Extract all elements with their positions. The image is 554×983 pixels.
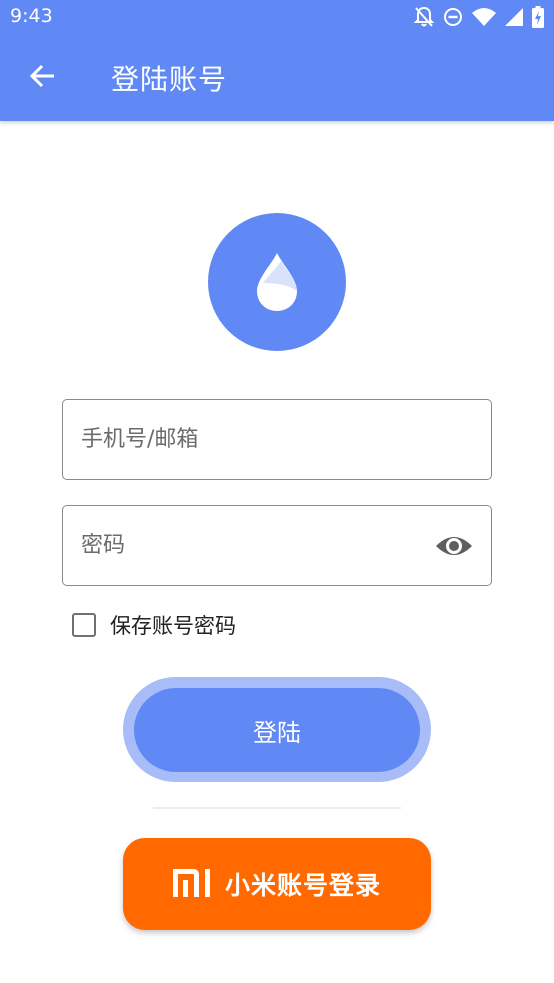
login-button[interactable]: 登陆 bbox=[134, 688, 420, 772]
account-input[interactable] bbox=[63, 400, 491, 479]
app-bar: 9:43 登陆账号 bbox=[0, 0, 554, 121]
remember-password-option[interactable]: 保存账号密码 bbox=[72, 611, 236, 639]
app-logo bbox=[208, 213, 346, 351]
mi-logo-icon bbox=[172, 868, 213, 900]
arrow-left-icon bbox=[28, 63, 56, 93]
mi-account-login-button[interactable]: 小米账号登录 bbox=[123, 838, 431, 930]
remember-checkbox[interactable] bbox=[72, 613, 96, 637]
wifi-icon bbox=[472, 7, 496, 27]
do-not-disturb-icon bbox=[443, 7, 463, 27]
page-title: 登陆账号 bbox=[111, 63, 228, 96]
password-input[interactable] bbox=[63, 506, 491, 585]
battery-charging-icon bbox=[532, 6, 544, 28]
status-icons bbox=[414, 5, 544, 29]
status-bar: 9:43 bbox=[0, 0, 554, 34]
mi-login-label: 小米账号登录 bbox=[224, 872, 381, 900]
signal-icon bbox=[505, 7, 523, 27]
eye-icon[interactable] bbox=[435, 530, 473, 562]
remember-label: 保存账号密码 bbox=[110, 614, 236, 638]
password-field bbox=[62, 505, 492, 586]
back-button[interactable] bbox=[24, 60, 60, 96]
divider bbox=[153, 807, 401, 809]
status-time: 9:43 bbox=[10, 5, 53, 27]
account-field bbox=[62, 399, 492, 480]
bell-off-icon bbox=[414, 6, 434, 28]
